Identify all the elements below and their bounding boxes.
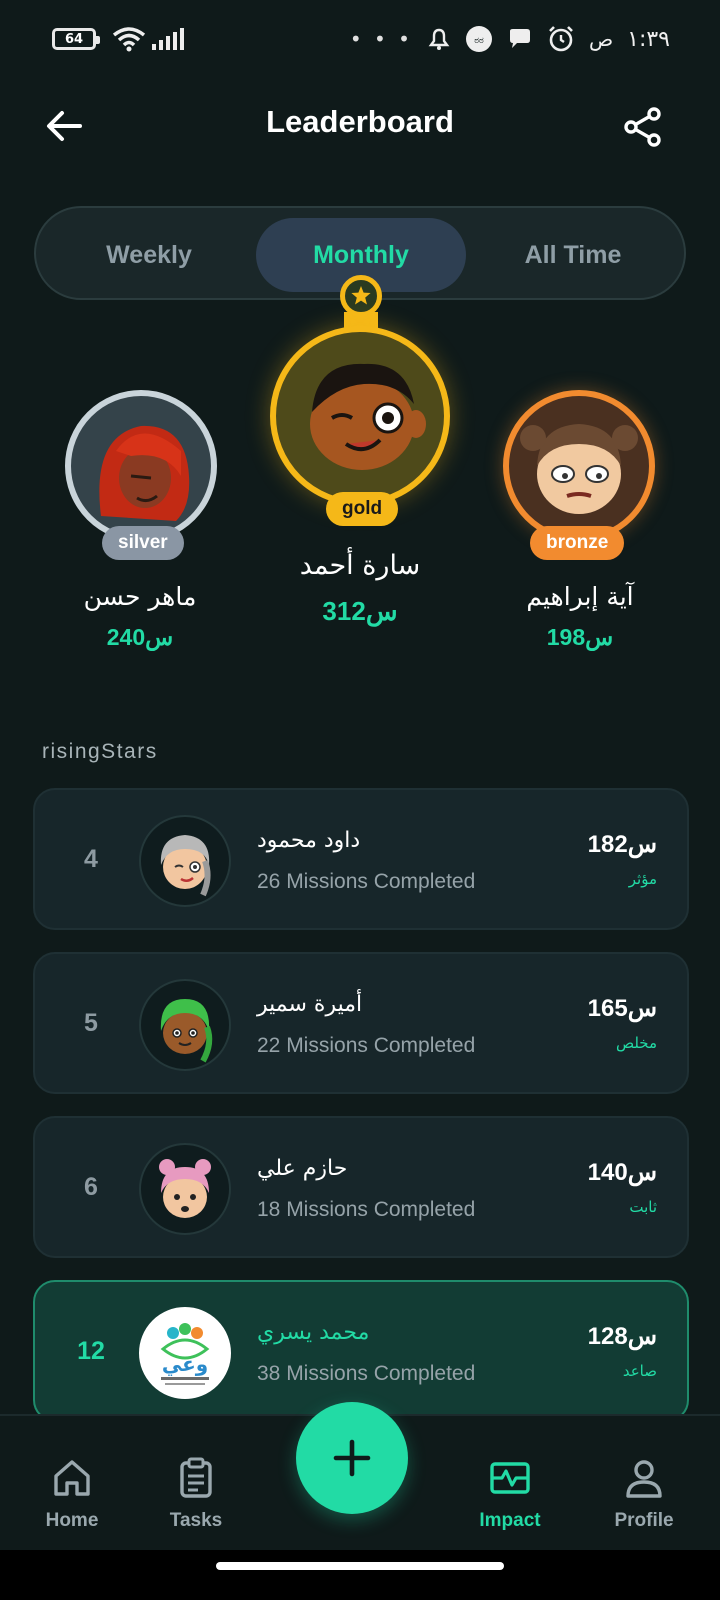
list-item[interactable]: 6 حازم علي 18 Missions Completed س140 ثا… — [33, 1116, 689, 1258]
clock: ١:٣٩ — [627, 26, 670, 52]
podium-first-avatar[interactable] — [270, 326, 450, 506]
star-icon — [351, 286, 371, 305]
level-label: مخلص — [615, 1034, 657, 1052]
status-right: • • • ಠಠ ص ١:٣٩ — [350, 22, 670, 56]
points-value: 312 — [322, 596, 366, 626]
plus-icon — [333, 1439, 371, 1477]
podium-third-name: آية إبراهيم — [526, 582, 634, 611]
person-icon — [626, 1460, 662, 1498]
alarm-icon — [549, 26, 573, 52]
list-item[interactable]: 5 أميرة سمير 22 Missions Completed س165 … — [33, 952, 689, 1094]
gold-badge: gold — [326, 492, 399, 526]
share-icon[interactable] — [622, 106, 664, 148]
chat-icon — [509, 29, 530, 48]
points-unit: س — [627, 1323, 657, 1350]
user-points: س165 — [588, 994, 657, 1023]
avatar-red-hair-icon — [99, 425, 190, 521]
home-icon — [54, 1460, 90, 1496]
avatar-gray-hair-icon — [160, 835, 211, 897]
points-value: 240 — [106, 624, 146, 650]
nav-label: Home — [45, 1510, 99, 1531]
podium-second-avatar[interactable] — [65, 390, 217, 542]
podium-third-points: س198 — [480, 624, 680, 651]
podium-first-name: سارة أحمد — [299, 550, 421, 581]
user-name: أميرة سمير — [257, 992, 363, 1017]
wifi-icon — [112, 27, 146, 52]
points-value: 165 — [587, 995, 628, 1022]
user-points: س182 — [588, 830, 657, 859]
points-value: 182 — [587, 831, 628, 858]
status-bar: 64 • • • ಠಠ ص ١:٣٩ — [0, 0, 720, 80]
avatar — [139, 1143, 231, 1235]
bronze-badge: bronze — [530, 526, 625, 560]
missions-completed: 26 Missions Completed — [257, 870, 476, 893]
podium-second-name: ماهر حسن — [83, 582, 197, 611]
list-item-current-user[interactable]: 12 وعي محمد يسري 38 Missions Completed س… — [33, 1280, 689, 1422]
add-button[interactable] — [296, 1402, 408, 1514]
page-title: Leaderboard — [266, 104, 454, 139]
clipboard-icon — [180, 1457, 212, 1498]
avatar — [139, 815, 231, 907]
points-unit: س — [627, 995, 657, 1022]
podium-third-avatar[interactable] — [503, 390, 655, 542]
signal-icon — [152, 28, 184, 50]
rank-number: 6 — [84, 1172, 98, 1201]
battery-level: 64 — [64, 31, 84, 47]
battery-icon: 64 — [52, 28, 100, 50]
nav-label: Profile — [614, 1510, 674, 1531]
avatar — [139, 979, 231, 1071]
podium-second-points: س240 — [40, 624, 240, 651]
points-unit: س — [145, 624, 174, 650]
user-name: حازم علي — [257, 1156, 348, 1181]
system-nav-bar — [0, 1550, 720, 1600]
nav-impact[interactable]: Impact — [450, 1456, 570, 1532]
pulse-icon — [490, 1462, 530, 1494]
points-unit: س — [365, 596, 398, 626]
tab-weekly[interactable]: Weekly — [44, 218, 254, 292]
points-value: 128 — [587, 1323, 628, 1350]
app-icon: ಠಠ — [465, 26, 492, 52]
avatar: وعي — [139, 1307, 231, 1399]
nav-tasks[interactable]: Tasks — [136, 1456, 256, 1532]
missions-completed: 38 Missions Completed — [257, 1362, 476, 1385]
logo-text: وعي — [162, 1352, 208, 1377]
level-label: صاعد — [622, 1362, 657, 1380]
nav-home[interactable]: Home — [12, 1456, 132, 1532]
user-points: س128 — [588, 1322, 657, 1351]
rank-number: 4 — [84, 844, 98, 873]
avatar-winking-boy-icon — [310, 363, 426, 470]
missions-completed: 22 Missions Completed — [257, 1034, 476, 1057]
avatar-pink-hair-icon — [159, 1159, 211, 1218]
user-name: داود محمود — [257, 828, 361, 853]
silver-badge: silver — [102, 526, 184, 560]
bell-icon — [428, 28, 450, 50]
points-unit: س — [627, 1159, 657, 1186]
org-logo-icon: وعي — [160, 1323, 210, 1385]
more-notifications: • • • — [349, 27, 413, 51]
list-item[interactable]: 4 داود محمود 26 Missions Completed س182 … — [33, 788, 689, 930]
rank-number: 5 — [84, 1008, 98, 1037]
nav-label: Impact — [479, 1510, 541, 1531]
podium-first-points: س312 — [240, 596, 480, 627]
section-label: risingStars — [42, 740, 158, 763]
home-indicator[interactable] — [216, 1562, 504, 1570]
user-name: محمد يسري — [257, 1320, 370, 1345]
svg-text:ಠಠ: ಠಠ — [474, 36, 484, 46]
level-label: ثابت — [629, 1198, 657, 1216]
avatar-green-hair-icon — [160, 999, 213, 1063]
level-label: مؤثر — [628, 870, 657, 888]
points-value: 140 — [587, 1159, 628, 1186]
user-points: س140 — [588, 1158, 657, 1187]
rank-number: 12 — [77, 1336, 105, 1365]
missions-completed: 18 Missions Completed — [257, 1198, 476, 1221]
tab-all-time[interactable]: All Time — [468, 218, 678, 292]
nav-profile[interactable]: Profile — [584, 1456, 704, 1532]
crown-medal — [340, 275, 382, 317]
points-value: 198 — [546, 624, 586, 650]
nav-label: Tasks — [169, 1510, 223, 1531]
points-unit: س — [627, 831, 657, 858]
points-unit: س — [585, 624, 614, 650]
am-pm: ص — [588, 27, 614, 51]
avatar-pigtails-girl-icon — [520, 424, 638, 514]
